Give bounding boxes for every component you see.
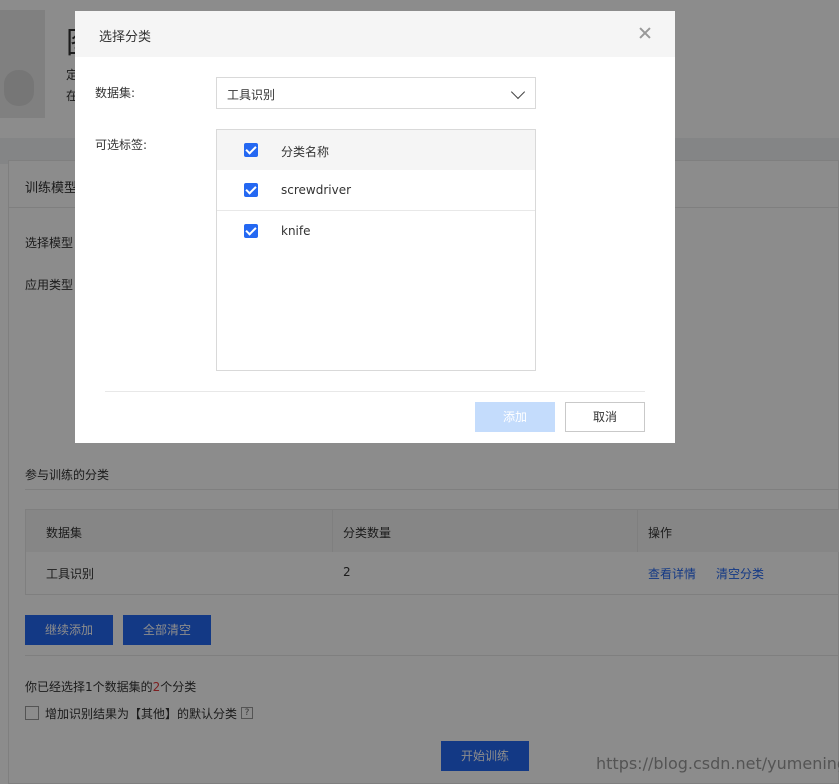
- add-button[interactable]: 添加: [475, 402, 555, 432]
- select-all-checkbox[interactable]: [244, 143, 258, 157]
- tag-list: 分类名称 screwdriver knife: [216, 129, 536, 371]
- close-icon[interactable]: [633, 21, 657, 45]
- select-class-dialog: 选择分类 数据集: 工具识别 可选标签: 分类名称 screwdriver kn…: [75, 11, 675, 443]
- tags-label: 可选标签:: [95, 138, 148, 152]
- chevron-down-icon: [510, 84, 526, 100]
- tag-list-header: 分类名称: [217, 130, 535, 170]
- list-item: screwdriver: [217, 170, 535, 210]
- dialog-footer-divider: [105, 391, 645, 392]
- tag-header-label: 分类名称: [281, 145, 330, 159]
- tag-checkbox-knife[interactable]: [244, 224, 258, 238]
- dataset-select[interactable]: 工具识别: [216, 77, 536, 109]
- dataset-select-value: 工具识别: [227, 88, 276, 102]
- list-item: knife: [217, 211, 535, 251]
- dialog-header: 选择分类: [75, 11, 675, 57]
- tag-checkbox-screwdriver[interactable]: [244, 183, 258, 197]
- dialog-title: 选择分类: [99, 30, 152, 45]
- dataset-label: 数据集:: [95, 86, 136, 100]
- tag-label: knife: [281, 224, 311, 238]
- tag-label: screwdriver: [281, 183, 352, 197]
- cancel-button[interactable]: 取消: [565, 402, 645, 432]
